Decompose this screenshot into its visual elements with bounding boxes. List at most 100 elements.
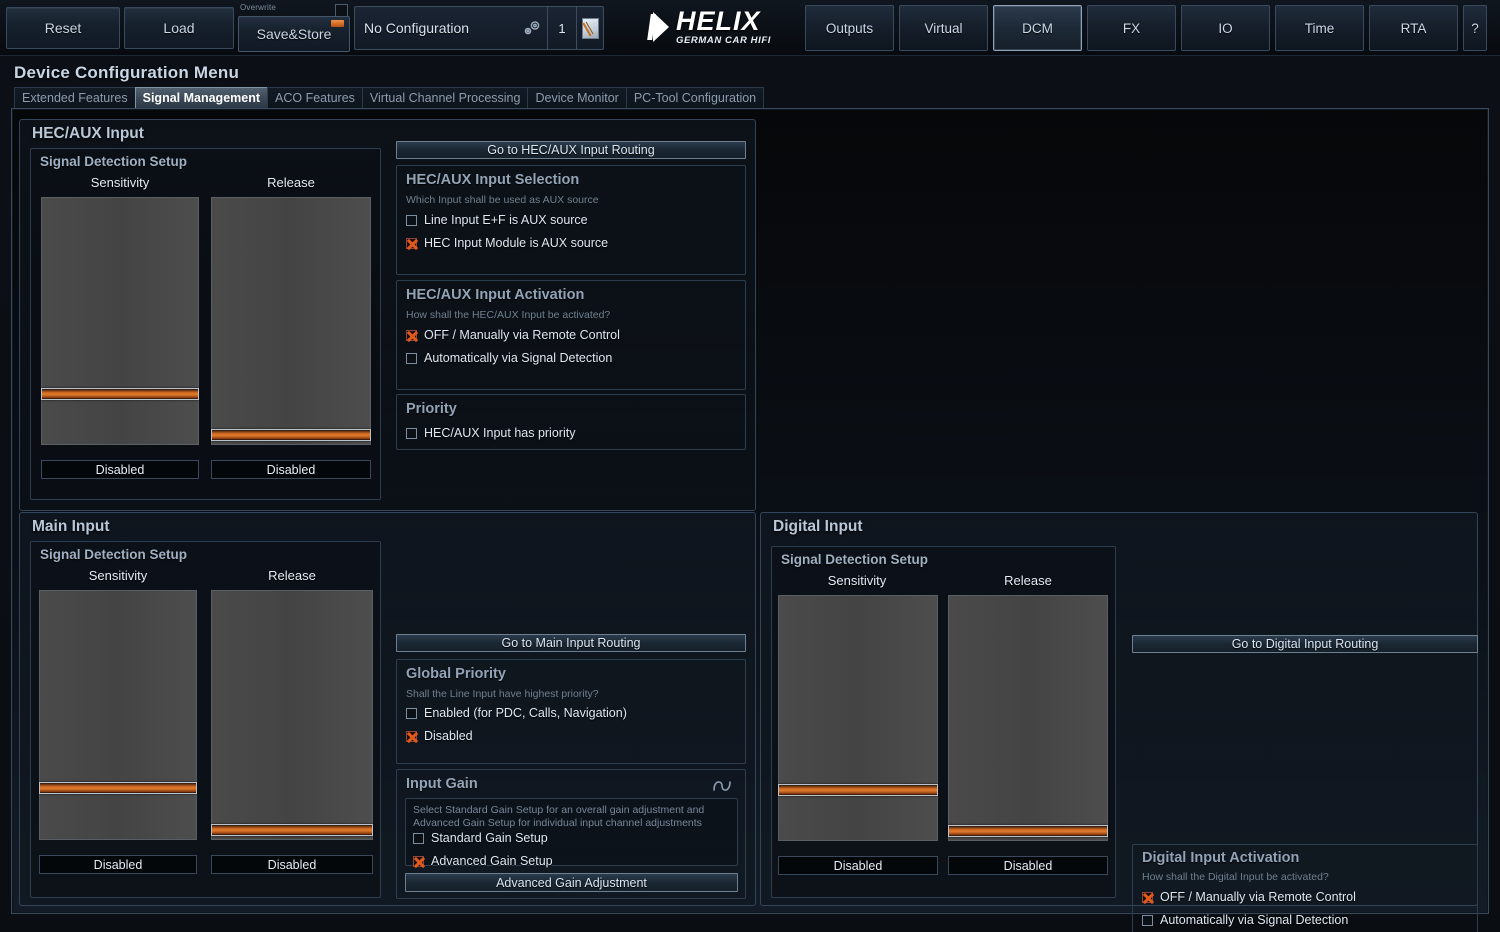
digital-input-panel: Digital Input Signal Detection Setup Sen… — [760, 512, 1478, 932]
digital-input-signal-detection-title: Signal Detection Setup — [781, 552, 929, 567]
hec-aux-priority-box: Priority HEC/AUX Input has priority — [396, 394, 746, 450]
checkbox-box[interactable] — [406, 214, 417, 226]
configuration-number[interactable]: 1 — [548, 21, 576, 36]
checkbox-label: Disabled — [424, 729, 473, 743]
digital-input-activation-box: Digital Input Activation How shall the D… — [1132, 844, 1478, 932]
overwrite-label: Overwrite — [240, 3, 277, 12]
main-input-sensitivity-label: Sensitivity — [88, 568, 148, 583]
main-input-routing-button[interactable]: Go to Main Input Routing — [396, 634, 746, 652]
tab-signal-management[interactable]: Signal Management — [134, 87, 268, 109]
gears-icon[interactable] — [517, 7, 547, 49]
hec-aux-panel-title: HEC/AUX Input — [32, 125, 144, 142]
load-button-label: Load — [163, 20, 195, 36]
hec-aux-input-activation-title: HEC/AUX Input Activation — [406, 287, 585, 303]
nav-rta[interactable]: RTA — [1369, 5, 1458, 51]
checkbox-box[interactable] — [1142, 914, 1153, 926]
digital-input-release-slider[interactable] — [948, 595, 1108, 841]
hec-aux-sensitivity-slider-thumb[interactable] — [41, 388, 199, 400]
helix-logo: HELIX GERMAN CAR HIFI — [620, 4, 800, 50]
main-input-sensitivity-slider[interactable] — [39, 590, 197, 840]
digital-input-release-slider-thumb[interactable] — [948, 825, 1108, 837]
tab-virtual-channel-processing[interactable]: Virtual Channel Processing — [361, 87, 528, 109]
sine-wave-icon-svg — [713, 781, 731, 791]
save-store-button[interactable]: Save&Store — [238, 16, 350, 52]
checkbox-box[interactable] — [406, 237, 417, 249]
main-input-release-value[interactable]: Disabled — [211, 855, 373, 874]
digital-input-release-value[interactable]: Disabled — [948, 856, 1108, 875]
hec-aux-input-panel: HEC/AUX Input Signal Detection Setup Sen… — [19, 119, 756, 511]
checkbox-label: Standard Gain Setup — [431, 831, 548, 845]
hec-aux-routing-button[interactable]: Go to HEC/AUX Input Routing — [396, 141, 746, 159]
main-input-sensitivity-slider-thumb[interactable] — [39, 782, 197, 794]
checkbox-standard-gain-setup[interactable]: Standard Gain Setup — [413, 830, 548, 846]
nav-dcm[interactable]: DCM — [993, 5, 1082, 51]
content-area: HEC/AUX Input Signal Detection Setup Sen… — [11, 108, 1489, 932]
digital-input-sensitivity-label: Sensitivity — [827, 573, 887, 588]
checkbox-global-priority-disabled[interactable]: Disabled — [406, 728, 473, 744]
checkbox-box[interactable] — [406, 329, 417, 341]
nav-virtual[interactable]: Virtual — [899, 5, 988, 51]
checkbox-box[interactable] — [1142, 891, 1153, 903]
hec-aux-sensitivity-slider[interactable] — [41, 197, 199, 445]
page-title: Device Configuration Menu — [14, 63, 240, 82]
nav-io[interactable]: IO — [1181, 5, 1270, 51]
checkbox-label: OFF / Manually via Remote Control — [1160, 890, 1356, 904]
tab-aco-features-label: ACO Features — [275, 91, 355, 105]
checkbox-box[interactable] — [413, 832, 424, 844]
nav-outputs[interactable]: Outputs — [805, 5, 894, 51]
digital-input-sensitivity-slider-thumb[interactable] — [778, 784, 938, 796]
checkbox-advanced-gain-setup[interactable]: Advanced Gain Setup — [413, 853, 553, 869]
tab-device-monitor-label: Device Monitor — [535, 91, 619, 105]
checkbox-box[interactable] — [406, 427, 417, 439]
tab-device-monitor[interactable]: Device Monitor — [527, 87, 626, 109]
digital-input-sensitivity-slider[interactable] — [778, 595, 938, 841]
save-store-group: Overwrite Save&Store — [238, 2, 350, 52]
checkbox-box[interactable] — [406, 352, 417, 364]
helix-logo-text: HELIX — [675, 6, 761, 37]
pencil-edit-icon[interactable] — [577, 7, 603, 49]
save-store-button-label: Save&Store — [256, 26, 332, 42]
advanced-gain-adjustment-button[interactable]: Advanced Gain Adjustment — [405, 873, 738, 892]
main-input-release-slider[interactable] — [211, 590, 373, 840]
digital-input-routing-button[interactable]: Go to Digital Input Routing — [1132, 635, 1478, 653]
tab-pc-tool-configuration[interactable]: PC-Tool Configuration — [625, 87, 765, 109]
main-input-gain-box: Input Gain Select Standard Gain Setup fo… — [396, 769, 746, 899]
helix-logo-mark — [647, 12, 671, 42]
nav-fx[interactable]: FX — [1087, 5, 1176, 51]
hec-aux-release-slider[interactable] — [211, 197, 371, 445]
checkbox-digital-auto-signal-detection[interactable]: Automatically via Signal Detection — [1142, 912, 1348, 928]
hec-aux-signal-detection-title: Signal Detection Setup — [40, 154, 188, 169]
checkbox-hec-aux-has-priority[interactable]: HEC/AUX Input has priority — [406, 425, 575, 441]
tab-aco-features[interactable]: ACO Features — [267, 87, 362, 109]
digital-input-release-label: Release — [1004, 573, 1052, 588]
main-input-release-slider-thumb[interactable] — [211, 824, 373, 836]
checkbox-digital-off-manual-remote[interactable]: OFF / Manually via Remote Control — [1142, 889, 1356, 905]
configuration-selector[interactable]: No Configuration 1 — [354, 6, 604, 50]
checkbox-line-input-ef-aux-source[interactable]: Line Input E+F is AUX source — [406, 212, 588, 228]
hec-aux-sensitivity-value[interactable]: Disabled — [41, 460, 199, 479]
checkbox-hec-input-module-aux-source[interactable]: HEC Input Module is AUX source — [406, 235, 608, 251]
checkbox-box[interactable] — [406, 707, 417, 719]
main-input-panel-title: Main Input — [32, 518, 110, 535]
app-window: Reset Load Overwrite Save&Store No Confi… — [0, 0, 1500, 932]
hec-aux-release-value[interactable]: Disabled — [211, 460, 371, 479]
reset-button[interactable]: Reset — [6, 7, 120, 49]
global-priority-title: Global Priority — [406, 666, 506, 682]
checkbox-global-priority-enabled[interactable]: Enabled (for PDC, Calls, Navigation) — [406, 705, 627, 721]
checkbox-hec-aux-auto-signal-detection[interactable]: Automatically via Signal Detection — [406, 350, 612, 366]
main-input-sensitivity-value[interactable]: Disabled — [39, 855, 197, 874]
checkbox-hec-aux-off-manual-remote[interactable]: OFF / Manually via Remote Control — [406, 327, 620, 343]
checkbox-label: Enabled (for PDC, Calls, Navigation) — [424, 706, 627, 720]
checkbox-label: HEC Input Module is AUX source — [424, 236, 609, 250]
hec-aux-release-slider-thumb[interactable] — [211, 429, 371, 441]
load-button[interactable]: Load — [124, 7, 234, 49]
checkbox-box[interactable] — [413, 855, 424, 867]
nav-time[interactable]: Time — [1275, 5, 1364, 51]
checkbox-box[interactable] — [406, 730, 417, 742]
input-gain-title: Input Gain — [406, 776, 478, 792]
hec-aux-input-selection-box: HEC/AUX Input Selection Which Input shal… — [396, 165, 746, 275]
input-gain-options-box: Select Standard Gain Setup for an overal… — [405, 798, 738, 869]
digital-input-sensitivity-value[interactable]: Disabled — [778, 856, 938, 875]
tab-extended-features[interactable]: Extended Features — [14, 87, 135, 109]
help-button[interactable]: ? — [1463, 5, 1487, 51]
